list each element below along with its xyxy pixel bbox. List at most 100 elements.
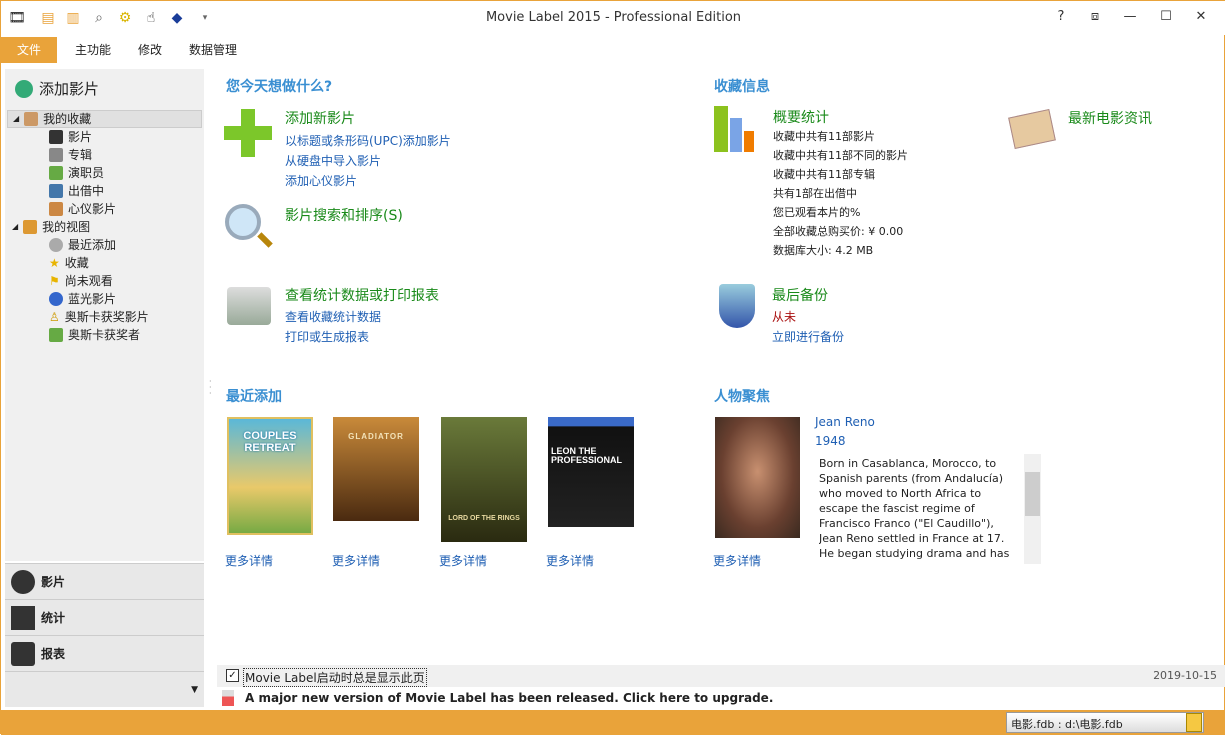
stat-line: 全部收藏总购买价: ¥ 0.00 [773, 225, 904, 238]
stat-line: 数据库大小: 4.2 MB [773, 244, 874, 257]
printer-icon [11, 641, 35, 666]
tree-item-oscar-movies[interactable]: ♙ 奥斯卡获奖影片 [49, 308, 149, 326]
tree-label: 专辑 [68, 148, 93, 162]
info-heading: 收藏信息 [714, 79, 770, 95]
upgrade-link[interactable]: A major new version of Movie Label has b… [245, 691, 773, 705]
wishlist-icon [49, 202, 63, 216]
date-label: 2019-10-15 [1153, 669, 1217, 682]
person-more-details-link[interactable]: 更多详情 [713, 552, 761, 569]
nav-more-button[interactable]: ▼ [5, 671, 204, 707]
recent-heading: 最近添加 [226, 389, 282, 405]
print-report-link[interactable]: 打印或生成报表 [285, 328, 369, 345]
stat-line: 您已观看本片的% [773, 206, 861, 219]
bio-scrollbar[interactable] [1024, 454, 1041, 564]
nav-label: 影片 [41, 575, 66, 589]
tree-my-collection[interactable]: ◢ 我的收藏 [7, 110, 202, 128]
startup-bar: ✓ Movie Label启动时总是显示此页 2019-10-15 [217, 665, 1225, 687]
tree-label: 奥斯卡获奖者 [68, 328, 141, 342]
report-title[interactable]: 查看统计数据或打印报表 [285, 285, 439, 305]
bar-chart-icon [11, 605, 35, 630]
menu-edit[interactable]: 修改 [130, 37, 170, 63]
upgrade-icon [222, 690, 234, 706]
tree-item-bluray[interactable]: 蓝光影片 [49, 290, 116, 308]
minimize-button[interactable]: — [1119, 9, 1141, 27]
person-bio: Born in Casablanca, Morocco, to Spanish … [819, 457, 1010, 564]
person-photo[interactable] [715, 417, 800, 538]
stat-line: 共有1部在出借中 [773, 187, 857, 200]
import-link[interactable]: 从硬盘中导入影片 [285, 152, 381, 169]
poster-title: LEON THE PROFESSIONAL [551, 446, 623, 466]
poster-gladiator[interactable]: GLADIATOR [333, 417, 419, 521]
nav-movies[interactable]: 影片 [5, 563, 204, 599]
movie-news-link[interactable]: 最新电影资讯 [1068, 108, 1152, 128]
views-icon [23, 220, 38, 234]
stat-line: 收藏中共有11部专辑 [773, 168, 875, 181]
search-sort-link[interactable]: 影片搜索和排序(S) [285, 205, 403, 225]
tree-item-unwatched[interactable]: ⚑ 尚未观看 [49, 272, 113, 290]
help-button[interactable]: ? [1050, 9, 1072, 27]
database-path[interactable]: 电影.fdb : d:\电影.fdb [1006, 712, 1204, 733]
database-icon [1186, 713, 1202, 732]
nav-label: 统计 [41, 611, 66, 625]
tree-item-recent[interactable]: 最近添加 [49, 236, 116, 254]
close-button[interactable]: ✕ [1190, 9, 1212, 27]
backup-now-link[interactable]: 立即进行备份 [772, 328, 844, 345]
album-icon [49, 148, 63, 162]
stats-lines: 收藏中共有11部影片 收藏中共有11部不同的影片 收藏中共有11部专辑 共有1部… [773, 127, 908, 260]
summary-stats-title[interactable]: 概要统计 [773, 107, 829, 127]
magnifier-icon [225, 204, 261, 240]
add-wishlist-link[interactable]: 添加心仪影片 [285, 172, 357, 189]
more-details-link[interactable]: 更多详情 [439, 552, 487, 569]
menu-main[interactable]: 主功能 [67, 37, 119, 63]
nav-reports[interactable]: 报表 [5, 635, 204, 671]
film-reel-icon [49, 130, 63, 144]
tree-item-oscar-winners[interactable]: 奥斯卡获奖者 [49, 326, 140, 344]
magnifier-handle [257, 232, 273, 248]
tree-my-views[interactable]: ◢ 我的视图 [7, 218, 90, 236]
menu-file[interactable]: 文件 [1, 37, 57, 63]
star-icon: ★ [49, 256, 60, 270]
poster-couples-retreat[interactable]: COUPLES RETREAT [227, 417, 313, 535]
poster-lotr[interactable]: LORD OF THE RINGS [441, 417, 527, 542]
people-icon [49, 328, 63, 342]
startup-checkbox-label[interactable]: Movie Label启动时总是显示此页 [243, 668, 427, 687]
tree-label: 尚未观看 [64, 274, 113, 288]
restore-layout-button[interactable]: ⧈ [1084, 9, 1106, 27]
maximize-button[interactable]: ☐ [1155, 9, 1177, 27]
disc-icon [49, 292, 63, 306]
tree-item-loaned[interactable]: 出借中 [49, 182, 104, 200]
more-details-link[interactable]: 更多详情 [225, 552, 273, 569]
flag-icon: ⚑ [49, 274, 60, 288]
tree-item-favorites[interactable]: ★ 收藏 [49, 254, 89, 272]
tree-item-wishlist[interactable]: 心仪影片 [49, 200, 116, 218]
stat-line: 收藏中共有11部不同的影片 [773, 149, 908, 162]
add-movie-title[interactable]: 添加新影片 [285, 108, 355, 128]
scrollbar-thumb[interactable] [1025, 472, 1040, 516]
tree-label: 我的收藏 [43, 112, 92, 126]
poster-title: COUPLES RETREAT [243, 430, 297, 454]
menu-data[interactable]: 数据管理 [181, 37, 245, 63]
oscar-icon: ♙ [49, 310, 60, 324]
splitter-handle[interactable]: · · · [209, 378, 212, 398]
add-by-title-link[interactable]: 以标题或条形码(UPC)添加影片 [285, 132, 451, 149]
tree-label: 最近添加 [68, 238, 117, 252]
globe-icon [15, 79, 33, 98]
view-stats-link[interactable]: 查看收藏统计数据 [285, 308, 381, 325]
sidebar: 添加影片 ◢ 我的收藏 影片 专辑 演职员 出借中 心仪影片 ◢ 我的视图 最近添加… [5, 69, 204, 561]
add-movie-button[interactable]: 添加影片 [15, 78, 99, 99]
printer-icon [227, 287, 271, 325]
poster-leon[interactable]: LEON THE PROFESSIONAL [548, 417, 634, 527]
status-bar: 电影.fdb : d:\电影.fdb [1, 710, 1225, 735]
more-details-link[interactable]: 更多详情 [546, 552, 594, 569]
startup-checkbox[interactable]: ✓ [226, 669, 239, 682]
add-movie-label: 添加影片 [39, 80, 100, 98]
tree-item-movies[interactable]: 影片 [49, 128, 92, 146]
nav-stats[interactable]: 统计 [5, 599, 204, 635]
plus-icon [224, 109, 272, 157]
tree-item-albums[interactable]: 专辑 [49, 146, 92, 164]
more-details-link[interactable]: 更多详情 [332, 552, 380, 569]
person-name-link[interactable]: Jean Reno [815, 415, 875, 429]
tree-item-cast[interactable]: 演职员 [49, 164, 104, 182]
title-bar: 🎞 ▤ ▥ ⌕ ⚙ ☝ ◆ ▾ Movie Label 2015 - Profe… [1, 1, 1225, 35]
tree-label: 心仪影片 [68, 202, 117, 216]
